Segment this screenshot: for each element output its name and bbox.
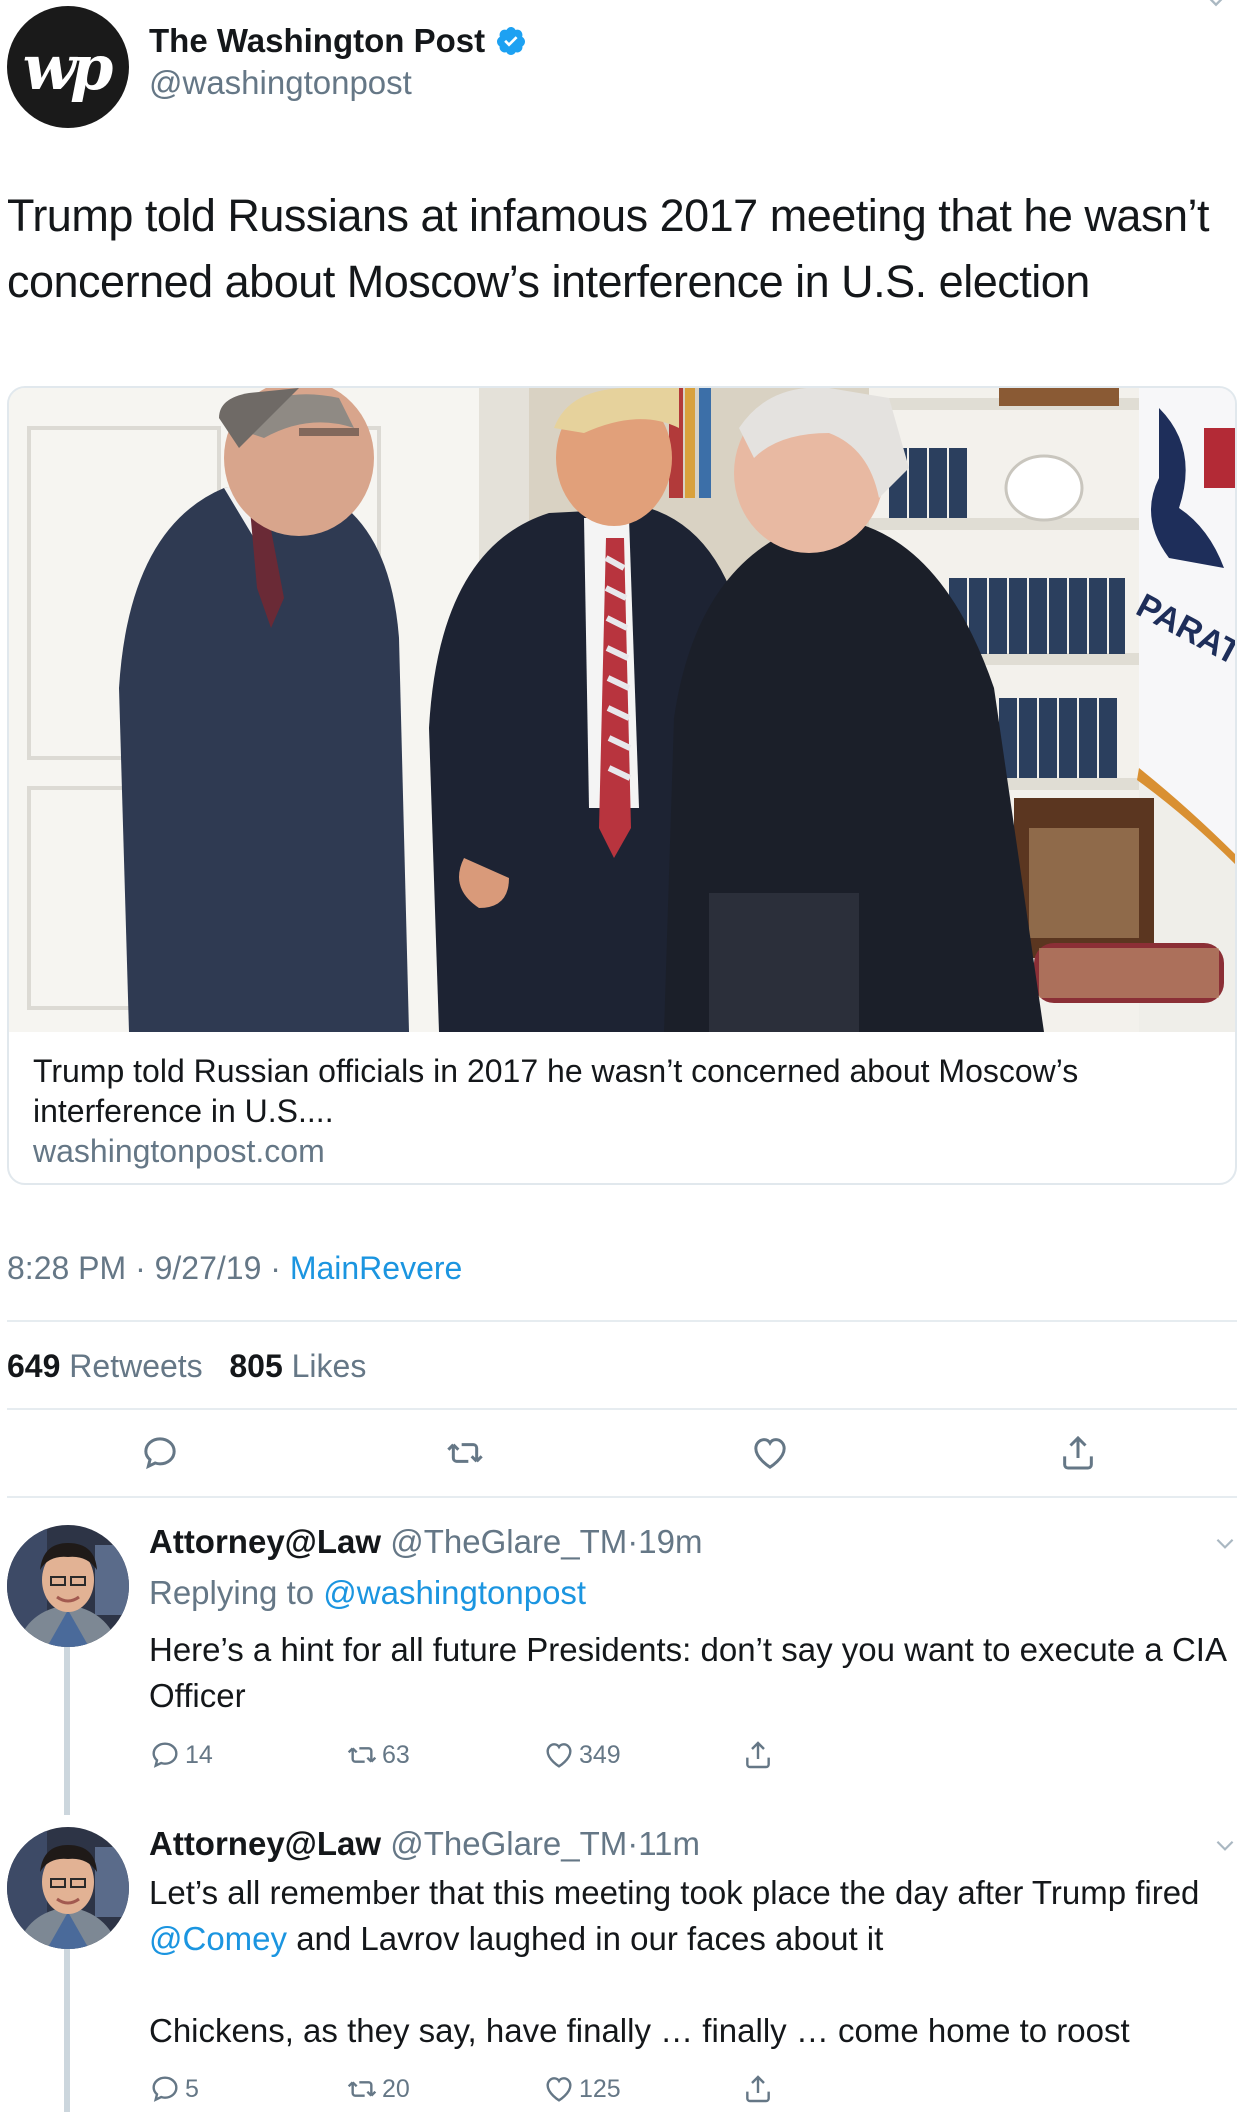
retweet-action[interactable]: 63 xyxy=(346,1739,410,1771)
reply-time: 19m xyxy=(638,1523,703,1560)
meta-separator: · xyxy=(627,1523,639,1560)
reply-text-part: Let’s all remember that this meeting too… xyxy=(149,1874,1200,1911)
meta-separator: · xyxy=(135,1250,146,1286)
meta-separator: · xyxy=(270,1250,281,1286)
like-action[interactable]: 125 xyxy=(543,2073,621,2105)
share-action[interactable] xyxy=(742,1739,774,1771)
meta-separator: · xyxy=(627,1825,639,1862)
chevron-down-icon[interactable] xyxy=(1212,1832,1238,1858)
retweets-count: 649 xyxy=(7,1348,61,1384)
tweet-meta: 8:28 PM · 9/27/19 · MainRevere xyxy=(7,1250,462,1287)
author-name[interactable]: The Washington Post xyxy=(149,22,527,60)
avatar-logo-text: wp xyxy=(22,30,114,104)
replying-to: Replying to @washingtonpost xyxy=(149,1574,586,1612)
reply-header: Attorney@Law @TheGlare_TM·19m xyxy=(149,1523,702,1561)
thread-line xyxy=(64,1640,70,1815)
share-icon xyxy=(746,1741,770,1769)
retweet-icon[interactable] xyxy=(445,1433,485,1473)
share-icon[interactable] xyxy=(1058,1433,1098,1473)
like-icon[interactable] xyxy=(750,1433,790,1473)
thread-line xyxy=(64,1945,70,2112)
avatar[interactable] xyxy=(7,1827,129,1949)
tweet-date: 9/27/19 xyxy=(154,1250,262,1286)
divider xyxy=(7,1496,1237,1498)
verified-badge-icon xyxy=(497,27,526,55)
reply-icon xyxy=(152,2076,178,2102)
card-image: PARATUS xyxy=(9,388,1235,1032)
avatar[interactable] xyxy=(7,1525,129,1647)
reply-text: Here’s a hint for all future Presidents:… xyxy=(149,1631,1226,1714)
tweet-time: 8:28 PM xyxy=(7,1250,127,1286)
reply-author-name[interactable]: Attorney@Law xyxy=(149,1523,381,1560)
reply-text-part: and Lavrov laughed in our faces about it xyxy=(296,1920,884,1957)
reply-icon xyxy=(152,1742,178,1768)
tweet-source-link[interactable]: MainRevere xyxy=(290,1250,463,1286)
likes-count: 805 xyxy=(229,1348,283,1384)
author-name-text: The Washington Post xyxy=(149,22,486,59)
avatar-photo xyxy=(7,1827,129,1949)
like-count: 349 xyxy=(579,1740,621,1769)
likes-label: Likes xyxy=(291,1348,367,1384)
reply-text-paragraph: Chickens, as they say, have finally … fi… xyxy=(149,2012,1130,2049)
chevron-down-icon[interactable] xyxy=(1212,1530,1238,1556)
tweet-text: Trump told Russians at infamous 2017 mee… xyxy=(7,190,1209,307)
replying-prefix: Replying to xyxy=(149,1574,315,1611)
likes-stat[interactable]: 805 Likes xyxy=(229,1348,366,1384)
like-action[interactable]: 349 xyxy=(543,1739,621,1771)
share-icon xyxy=(746,2075,770,2103)
like-icon xyxy=(546,1743,572,1768)
reply-author-name[interactable]: Attorney@Law xyxy=(149,1825,381,1862)
reply-count: 14 xyxy=(185,1740,213,1769)
avatar-photo xyxy=(7,1525,129,1647)
card-domain: washingtonpost.com xyxy=(33,1133,325,1169)
retweet-count: 20 xyxy=(382,2074,410,2103)
reply-author-handle[interactable]: @TheGlare_TM xyxy=(390,1825,627,1862)
avatar[interactable]: wp xyxy=(7,6,129,128)
replying-to-link[interactable]: @washingtonpost xyxy=(323,1574,586,1611)
divider xyxy=(7,1320,1237,1322)
chevron-down-icon[interactable] xyxy=(1202,0,1230,14)
reply-count: 5 xyxy=(185,2074,199,2103)
retweets-label: Retweets xyxy=(69,1348,203,1384)
retweet-icon xyxy=(347,2081,377,2097)
reply-time: 11m xyxy=(638,1825,701,1862)
reply-text: Let’s all remember that this meeting too… xyxy=(149,1870,1229,1962)
reply-action[interactable]: 14 xyxy=(149,1739,213,1771)
mention-link[interactable]: @Comey xyxy=(149,1920,287,1957)
retweets-stat[interactable]: 649 Retweets xyxy=(7,1348,203,1384)
reply-icon[interactable] xyxy=(140,1433,180,1473)
divider xyxy=(7,1408,1237,1410)
share-action[interactable] xyxy=(742,2073,774,2105)
reply-action[interactable]: 5 xyxy=(149,2073,199,2105)
retweet-count: 63 xyxy=(382,1740,410,1769)
reply-header: Attorney@Law @TheGlare_TM·11m xyxy=(149,1825,700,1863)
author-handle[interactable]: @washingtonpost xyxy=(149,64,412,102)
card-title: Trump told Russian officials in 2017 he … xyxy=(33,1053,1079,1129)
reply-author-handle[interactable]: @TheGlare_TM xyxy=(390,1523,627,1560)
retweet-action[interactable]: 20 xyxy=(346,2073,410,2105)
like-icon xyxy=(546,2077,572,2102)
retweet-icon xyxy=(347,1747,377,1763)
link-card[interactable]: PARATUS Trump told Russian officials in … xyxy=(7,386,1237,1185)
like-count: 125 xyxy=(579,2074,621,2103)
engagement-stats: 649 Retweets 805 Likes xyxy=(7,1348,366,1385)
